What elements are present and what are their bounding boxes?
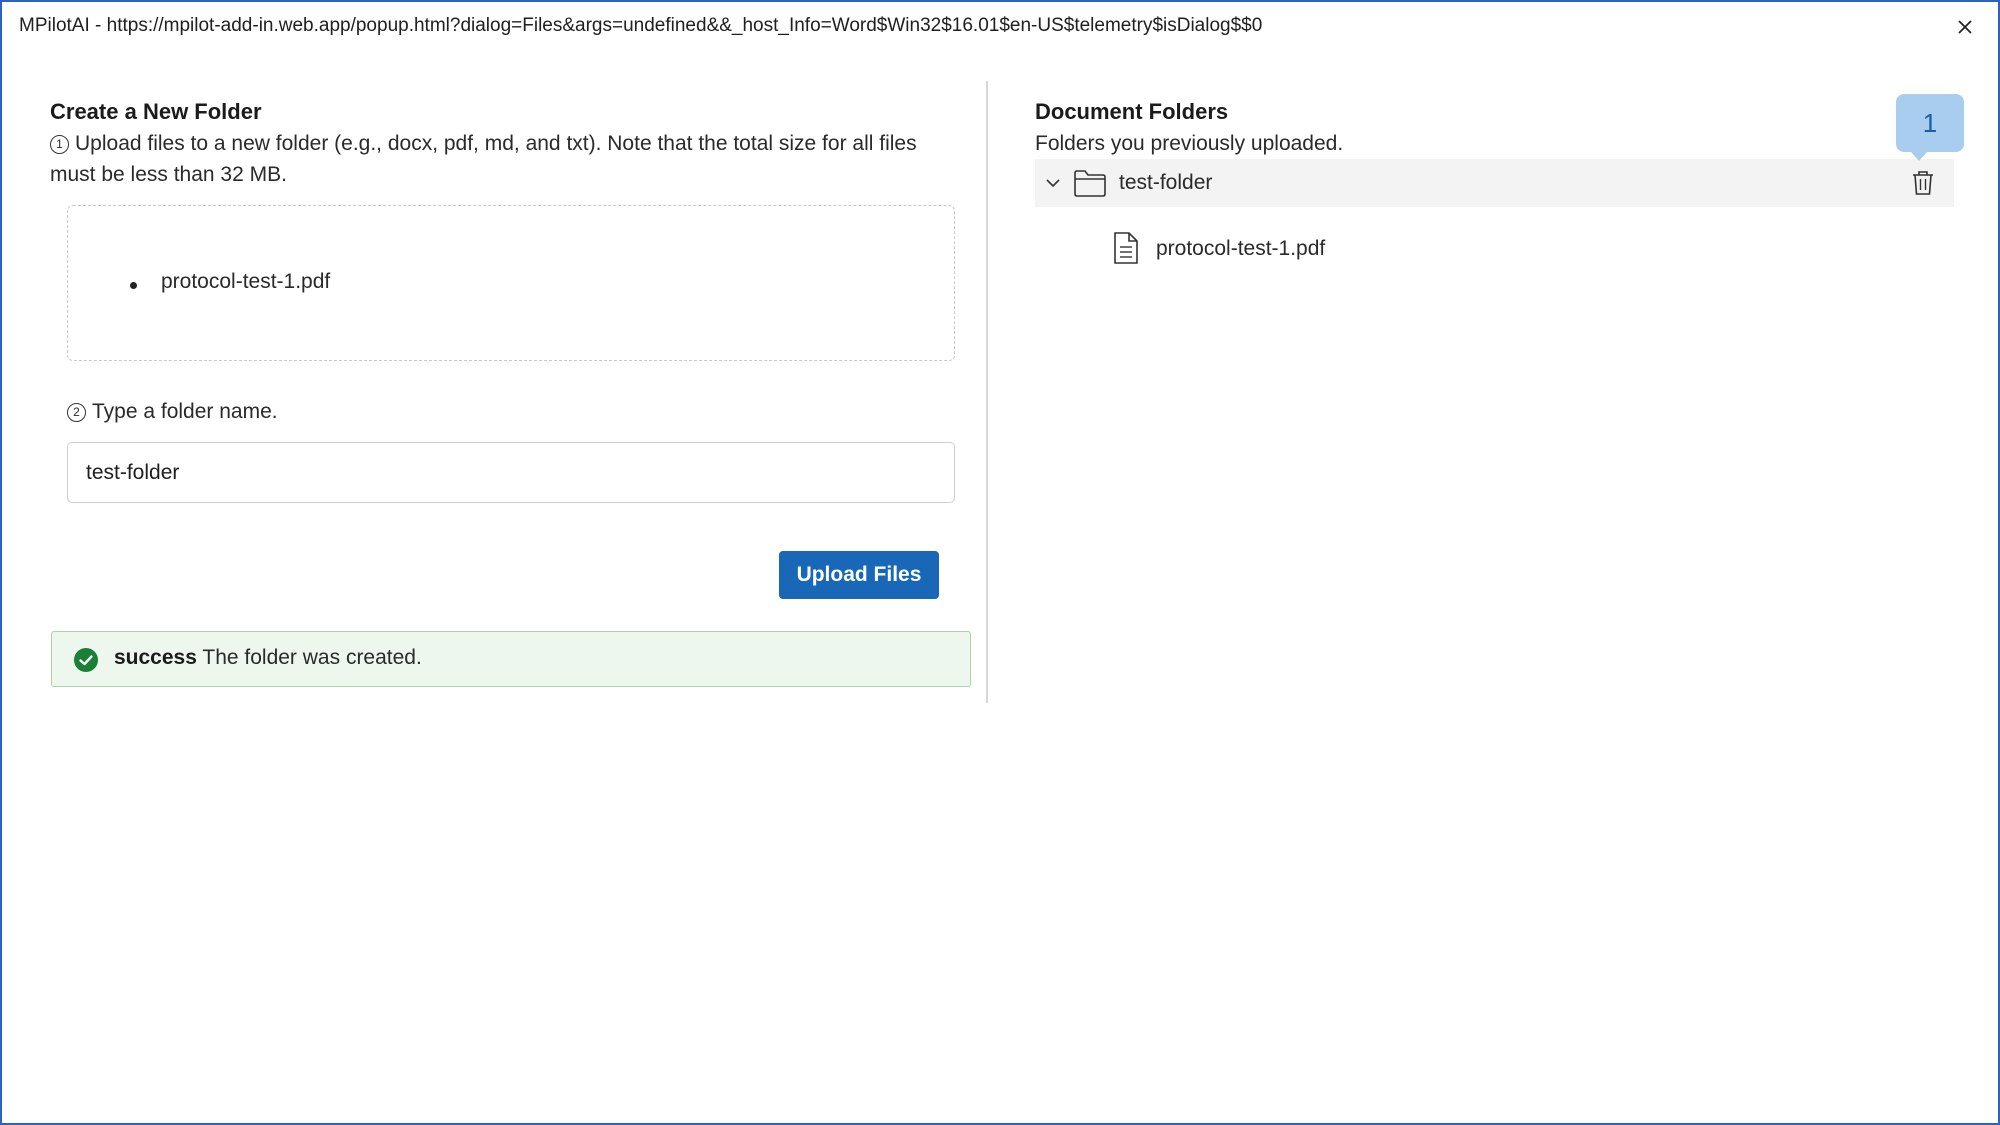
- step-1-text: Upload files to a new folder (e.g., docx…: [50, 132, 917, 186]
- check-circle-icon: [73, 647, 99, 678]
- document-icon: [1112, 231, 1140, 270]
- file-name: protocol-test-1.pdf: [1156, 237, 1326, 260]
- alert-text: The folder was created.: [202, 646, 422, 669]
- chevron-down-icon[interactable]: [1045, 175, 1061, 196]
- alert-status: success: [114, 646, 197, 669]
- close-button[interactable]: [1950, 12, 1980, 42]
- upload-files-button[interactable]: Upload Files: [779, 551, 939, 599]
- trash-icon[interactable]: [1910, 169, 1936, 202]
- step-1-marker: 1: [50, 135, 69, 154]
- folder-name-input[interactable]: [67, 442, 955, 503]
- badge-pointer: [1911, 152, 1927, 161]
- selected-file-item: protocol-test-1.pdf: [161, 270, 331, 293]
- folder-name: test-folder: [1119, 171, 1213, 194]
- count-badge: 1: [1896, 94, 1964, 152]
- folder-tree-item[interactable]: test-folder: [1035, 159, 1954, 207]
- step-2-text: Type a folder name.: [92, 400, 278, 423]
- pane-divider: [986, 81, 988, 703]
- folder-icon: [1073, 168, 1107, 203]
- folder-file-item[interactable]: protocol-test-1.pdf: [1112, 230, 1512, 270]
- document-folders-heading: Document Folders: [1035, 99, 1229, 124]
- step-1-instructions: 1 Upload files to a new folder (e.g., doc…: [50, 128, 965, 190]
- step-2-instructions: 2 Type a folder name.: [67, 396, 278, 427]
- create-folder-heading: Create a New Folder: [50, 99, 262, 124]
- dialog-window: MPilotAI - https://mpilot-add-in.web.app…: [0, 0, 2000, 1125]
- alert-message: success The folder was created.: [114, 646, 422, 670]
- step-2-marker: 2: [67, 403, 86, 422]
- document-folders-subtitle: Folders you previously uploaded.: [1035, 132, 1344, 155]
- title-bar: MPilotAI - https://mpilot-add-in.web.app…: [2, 2, 1998, 52]
- success-alert: success The folder was created.: [51, 631, 971, 687]
- close-icon: [1958, 20, 1972, 34]
- list-bullet: [130, 282, 137, 289]
- window-title: MPilotAI - https://mpilot-add-in.web.app…: [19, 15, 1263, 36]
